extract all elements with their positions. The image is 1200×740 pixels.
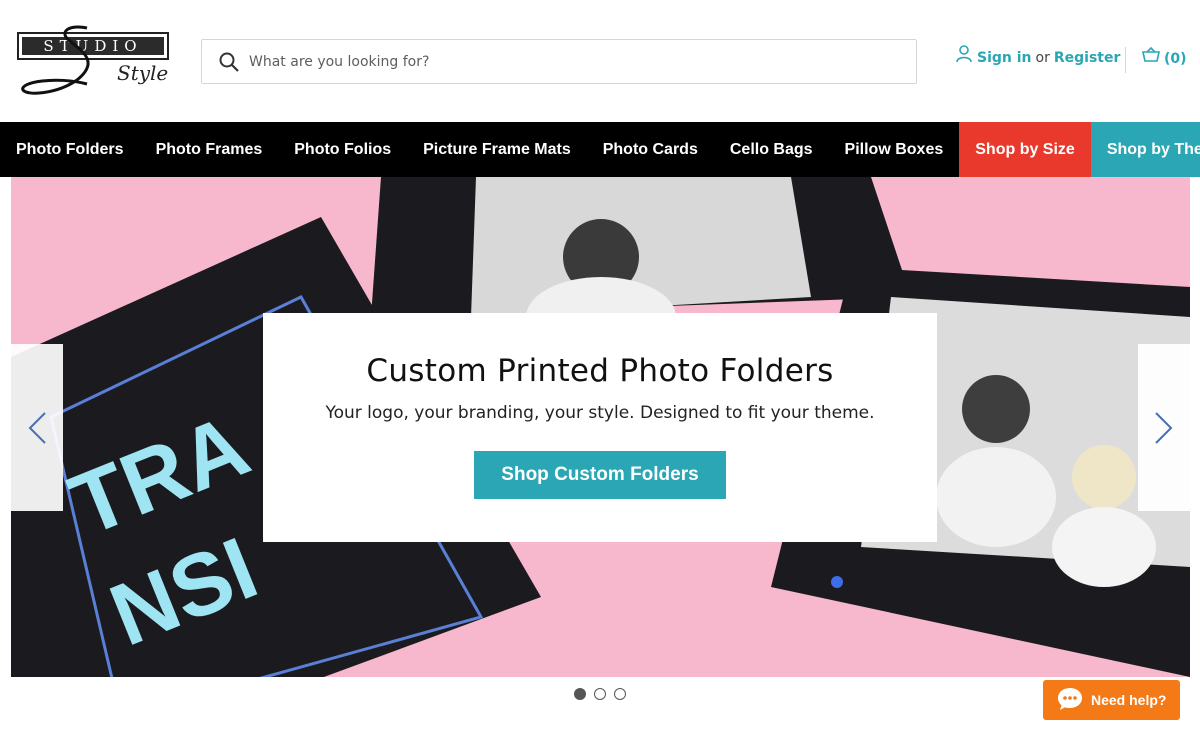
- hero-title: Custom Printed Photo Folders: [366, 353, 834, 389]
- register-link[interactable]: Register: [1054, 50, 1121, 66]
- nav-item-shop-by-theme[interactable]: Shop by Theme: [1090, 122, 1200, 177]
- cart-link[interactable]: (0): [1142, 46, 1187, 67]
- carousel-dots: [574, 688, 626, 700]
- sign-in-link[interactable]: Sign in: [977, 50, 1032, 66]
- cart-count: (0): [1164, 50, 1187, 67]
- logo-text: STUDIO: [43, 37, 142, 55]
- studio-style-logo[interactable]: STUDIO Style: [17, 24, 169, 100]
- need-help-button[interactable]: Need help?: [1043, 680, 1180, 720]
- header-divider: [1125, 47, 1126, 73]
- chevron-left-icon: [28, 411, 46, 444]
- shop-custom-folders-button[interactable]: Shop Custom Folders: [474, 451, 726, 499]
- hero-caption-card: Custom Printed Photo Folders Your logo, …: [263, 313, 937, 542]
- carousel-dot-2[interactable]: [594, 688, 606, 700]
- carousel-next-button[interactable]: [1138, 344, 1190, 511]
- hero-subtitle: Your logo, your branding, your style. De…: [325, 403, 875, 423]
- need-help-label: Need help?: [1091, 692, 1167, 708]
- carousel-dot-3[interactable]: [614, 688, 626, 700]
- nav-item-shop-by-size[interactable]: Shop by Size: [959, 122, 1091, 177]
- carousel-dot-1[interactable]: [574, 688, 586, 700]
- chevron-right-icon: [1155, 411, 1173, 444]
- hero-carousel: TRA NSI Custom Printed Photo Folders You…: [11, 177, 1190, 677]
- or-text: or: [1035, 50, 1050, 66]
- nav-item-photo-cards[interactable]: Photo Cards: [587, 122, 714, 177]
- search-input[interactable]: [249, 53, 889, 70]
- search-icon[interactable]: [219, 51, 241, 73]
- site-header: STUDIO Style Sign in or Register (0): [0, 0, 1200, 122]
- main-navigation: Photo Folders Photo Frames Photo Folios …: [0, 122, 1200, 177]
- carousel-prev-button[interactable]: [11, 344, 63, 511]
- nav-item-photo-folios[interactable]: Photo Folios: [278, 122, 407, 177]
- nav-item-pillow-boxes[interactable]: Pillow Boxes: [829, 122, 960, 177]
- nav-item-photo-folders[interactable]: Photo Folders: [0, 122, 140, 177]
- logo-script-text: Style: [117, 61, 168, 85]
- chat-bubble-icon: [1057, 687, 1083, 714]
- search-bar[interactable]: [201, 39, 917, 84]
- nav-item-picture-frame-mats[interactable]: Picture Frame Mats: [407, 122, 587, 177]
- nav-item-cello-bags[interactable]: Cello Bags: [714, 122, 829, 177]
- account-links: Sign in or Register: [956, 45, 1121, 67]
- nav-item-photo-frames[interactable]: Photo Frames: [140, 122, 279, 177]
- basket-icon: [1142, 46, 1160, 67]
- user-icon[interactable]: [956, 45, 972, 67]
